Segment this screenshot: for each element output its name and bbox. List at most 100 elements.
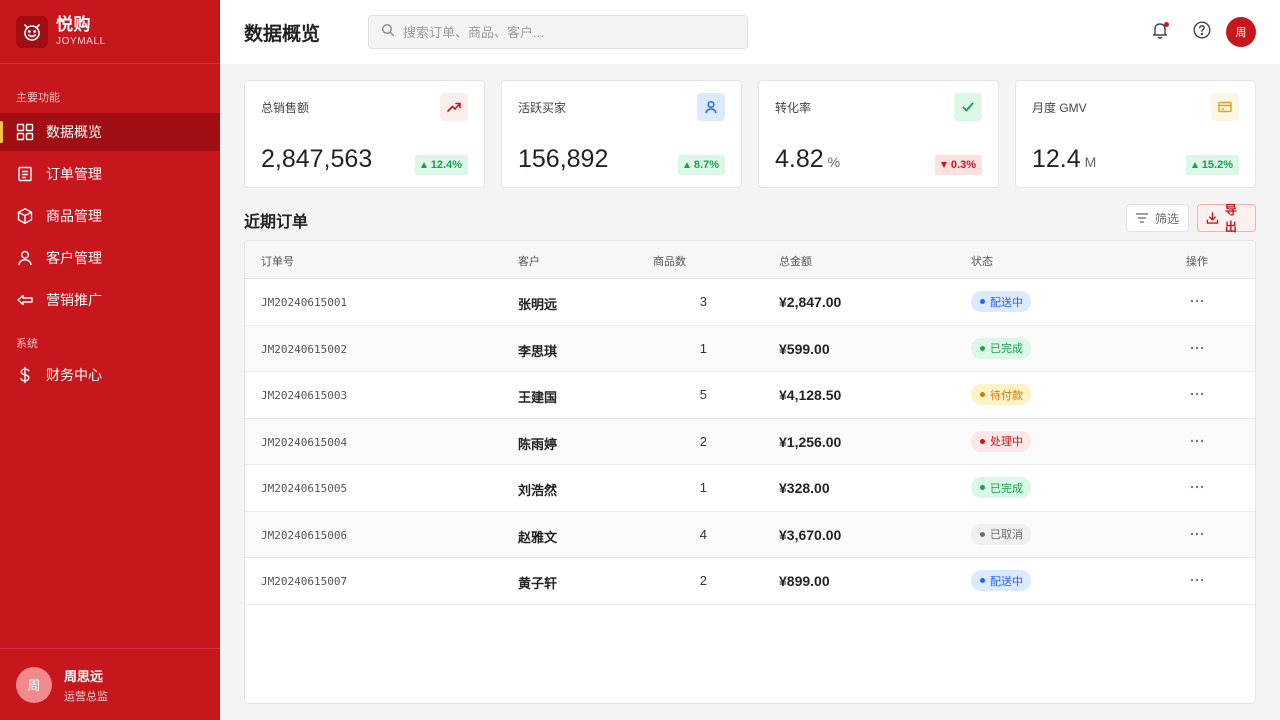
- export-button[interactable]: 导出: [1197, 203, 1256, 234]
- notification-button[interactable]: [1144, 16, 1176, 48]
- nav-section-system-title: 系统: [16, 338, 38, 350]
- customer-name: 王建国: [518, 390, 558, 405]
- order-id[interactable]: JM20240615001: [261, 296, 347, 309]
- more-horizontal-icon: [1190, 532, 1204, 535]
- more-actions-button[interactable]: [1186, 523, 1208, 545]
- table-header: 订单号 客户 商品数 总金额 状态 操作: [245, 241, 1255, 279]
- table-row[interactable]: JM20240615002 李思琪 1 ¥599.00 已完成: [245, 325, 1255, 372]
- status-dot: [980, 485, 985, 490]
- sidebar-item-overview[interactable]: 数据概览: [0, 113, 220, 151]
- filter-button[interactable]: 筛选: [1126, 204, 1189, 232]
- table-row[interactable]: JM20240615007 黄子轩 2 ¥899.00 配送中: [245, 558, 1255, 605]
- order-id[interactable]: JM20240615007: [261, 575, 347, 588]
- arrow-up-icon: [1191, 162, 1198, 168]
- table-row[interactable]: JM20240615006 赵雅文 4 ¥3,670.00 已取消: [245, 511, 1255, 558]
- order-amount: ¥599.00: [779, 340, 830, 357]
- customer-name: 赵雅文: [518, 529, 558, 545]
- more-actions-button[interactable]: [1186, 476, 1208, 498]
- column-header-status[interactable]: 状态: [971, 253, 993, 269]
- stat-label: 转化率: [775, 101, 812, 115]
- sidebar-item-label: 客户管理: [46, 250, 102, 266]
- table-body: JM20240615001 张明远 3 ¥2,847.00 配送中 JM202406150…: [245, 279, 1255, 605]
- search-icon: [381, 23, 395, 42]
- stat-card-conversion[interactable]: 转化率 4.82% 0.3%: [758, 80, 999, 188]
- column-header-amount[interactable]: 总金额: [779, 253, 812, 269]
- status-dot: [980, 578, 985, 583]
- search-box[interactable]: [368, 15, 748, 49]
- header-avatar[interactable]: 周: [1226, 17, 1256, 47]
- order-amount: ¥1,256.00: [779, 433, 842, 450]
- stat-unit: M: [1084, 154, 1097, 170]
- user-role: 运营总监: [64, 690, 108, 703]
- status-label: 配送中: [990, 575, 1023, 588]
- user-icon: [16, 249, 34, 267]
- stat-card-active-buyers[interactable]: 活跃买家 156,892 8.7%: [501, 80, 742, 188]
- customer-name: 李思琪: [518, 343, 558, 359]
- column-header-order-id[interactable]: 订单号: [261, 253, 294, 269]
- order-id[interactable]: JM20240615004: [261, 436, 347, 449]
- sidebar-item-finance[interactable]: 财务中心: [0, 356, 220, 394]
- stat-value: 4.82%: [775, 145, 841, 173]
- status-label: 待付款: [990, 389, 1023, 402]
- more-actions-button[interactable]: [1186, 290, 1208, 312]
- column-header-quantity[interactable]: 商品数: [653, 253, 686, 269]
- more-horizontal-icon: [1190, 346, 1204, 349]
- stat-card-monthly-gmv[interactable]: 月度 GMV 12.4 M 15.2%: [1015, 80, 1256, 188]
- status-dot: [980, 345, 985, 351]
- sidebar-item-customers[interactable]: 客户管理: [0, 239, 220, 277]
- status-badge: 已取消: [971, 523, 1031, 545]
- user-icon: [697, 93, 725, 121]
- more-actions-button[interactable]: [1186, 569, 1208, 591]
- order-id[interactable]: JM20240615006: [261, 529, 347, 542]
- stat-label: 活跃买家: [518, 101, 567, 115]
- order-id[interactable]: JM20240615002: [261, 343, 347, 356]
- sidebar-item-marketing[interactable]: 营销推广: [0, 281, 220, 319]
- orders-table: 订单号 客户 商品数 总金额 状态 操作 JM20240615001 张明远 3 ¥2…: [244, 240, 1256, 704]
- arrow-up-icon: [420, 162, 427, 168]
- more-actions-button[interactable]: [1186, 383, 1208, 405]
- more-actions-button[interactable]: [1186, 430, 1208, 452]
- search-input[interactable]: [403, 24, 733, 40]
- order-id[interactable]: JM20240615005: [261, 482, 347, 495]
- status-dot: [980, 299, 985, 304]
- sidebar-item-label: 商品管理: [46, 208, 102, 224]
- card-icon: [1211, 93, 1239, 121]
- order-icon: [16, 165, 34, 183]
- table-row[interactable]: JM20240615001 张明远 3 ¥2,847.00 配送中: [245, 279, 1255, 326]
- sidebar-item-orders[interactable]: 订单管理: [0, 155, 220, 193]
- page-title: 数据概览: [244, 23, 321, 45]
- customer-name: 刘浩然: [518, 483, 558, 498]
- sidebar-item-products[interactable]: 商品管理: [0, 197, 220, 235]
- table-row[interactable]: JM20240615005 刘浩然 1 ¥328.00 已完成: [245, 465, 1255, 512]
- more-horizontal-icon: [1190, 392, 1204, 396]
- column-header-customer[interactable]: 客户: [518, 253, 540, 269]
- order-id[interactable]: JM20240615003: [261, 389, 347, 402]
- stat-card-total-sales[interactable]: 总销售额 2,847,563 12.4%: [244, 80, 485, 188]
- arrow-down-icon: [940, 162, 947, 168]
- filter-icon: [1135, 213, 1149, 223]
- user-profile[interactable]: 周 周思远 运营总监: [0, 648, 220, 720]
- status-dot: [980, 438, 985, 444]
- more-actions-button[interactable]: [1186, 337, 1208, 359]
- brand-subtitle: JOYMALL: [56, 36, 106, 47]
- table-row[interactable]: JM20240615004 陈雨婷 2 ¥1,256.00 处理中: [245, 418, 1255, 465]
- brand[interactable]: 悦购 JOYMALL: [0, 0, 220, 64]
- item-count: 1: [699, 480, 707, 495]
- box-icon: [16, 207, 34, 225]
- item-count: 2: [699, 573, 707, 588]
- sidebar-item-label: 营销推广: [46, 292, 102, 308]
- stat-delta: 0.3%: [934, 155, 982, 175]
- sidebar-item-label: 财务中心: [46, 367, 102, 383]
- help-button[interactable]: [1186, 16, 1218, 48]
- stat-delta: 8.7%: [677, 155, 725, 175]
- order-amount: ¥4,128.50: [779, 387, 842, 403]
- stat-delta: 15.2%: [1185, 155, 1239, 175]
- sidebar: 悦购 JOYMALL 主要功能 数据概览 订单管理 商品管理 客户管理 营销推广…: [0, 0, 220, 720]
- stat-value: 156,892: [518, 145, 609, 173]
- sidebar-item-label: 数据概览: [46, 124, 102, 140]
- top-header: 数据概览 周: [220, 0, 1280, 64]
- table-row[interactable]: JM20240615003 王建国 5 ¥4,128.50 待付款: [245, 372, 1255, 419]
- brand-name: 悦购: [56, 15, 91, 34]
- stat-label: 月度 GMV: [1032, 101, 1087, 115]
- dollar-icon: [16, 366, 34, 384]
